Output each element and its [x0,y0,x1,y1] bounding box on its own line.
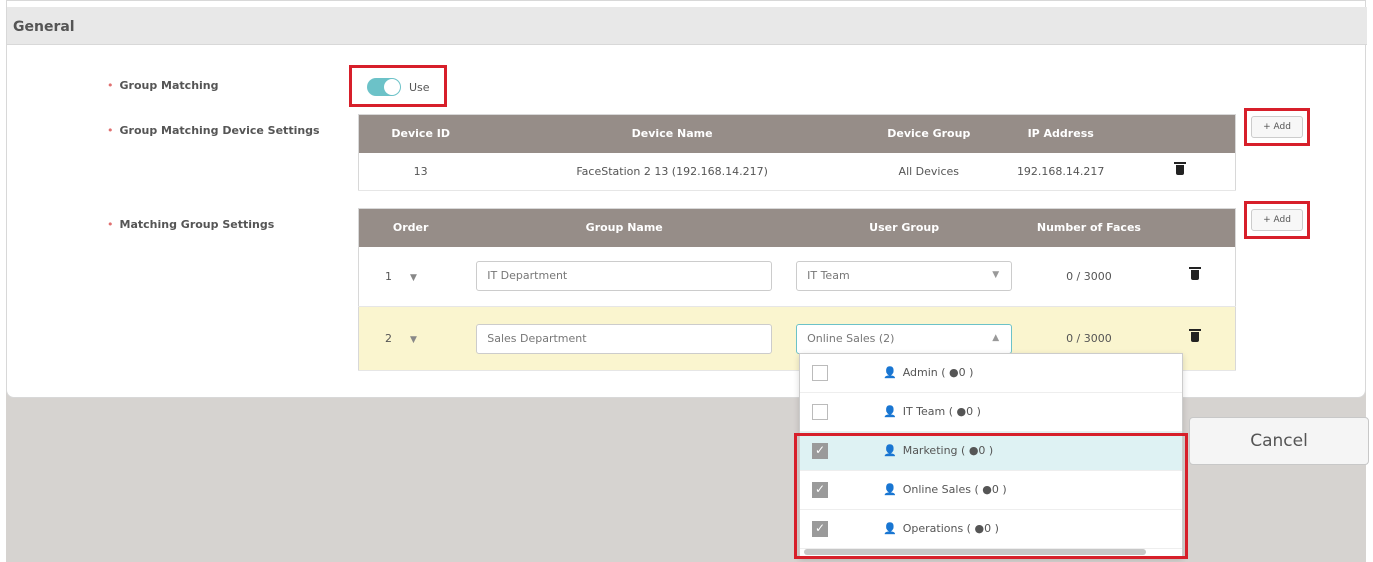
group-settings-label: • Matching Group Settings [107,218,275,231]
list-item[interactable]: 👤 IT Team ( ●0 ) [800,393,1182,432]
bullet-icon: • [107,124,114,137]
col-user-group: User Group [786,208,1023,247]
cancel-button[interactable]: Cancel [1189,417,1369,465]
general-panel: General • Group Matching Use • Group Match… [6,0,1367,398]
list-item[interactable]: 👤 Admin ( ●0 ) [800,354,1182,393]
highlight-add-device [1244,108,1310,146]
order-cell[interactable]: 2 ▼ [358,306,463,371]
table-row: 1 ▼ IT Department IT Team ▼ 0 / 3000 [358,246,1236,307]
trash-icon[interactable] [1174,161,1187,175]
delete-cell [1125,152,1236,191]
settings-page: General • Group Matching Use • Group Match… [6,0,1369,562]
chevron-down-icon[interactable]: ▼ [410,335,417,345]
user-group-cell: IT Team ▼ [786,246,1023,307]
group-name-input[interactable]: IT Department [476,261,773,292]
group-table: Order Group Name User Group Number of Fa… [358,208,1236,371]
trash-icon[interactable] [1189,329,1202,342]
bullet-icon: • [107,218,114,231]
col-group-name: Group Name [462,208,787,247]
group-matching-label: • Group Matching [107,79,219,92]
order-cell[interactable]: 1 ▼ [358,246,463,307]
ip-address-cell: 192.168.14.217 [995,152,1126,191]
col-device-group: Device Group [861,114,996,153]
device-name-cell: FaceStation 2 13 (192.168.14.217) [482,152,862,191]
checkbox[interactable] [812,404,828,420]
highlight-toggle [349,65,447,107]
chevron-down-icon[interactable]: ▼ [410,273,417,283]
device-group-cell: All Devices [861,152,996,191]
chevron-down-icon: ▼ [992,270,1000,281]
col-device-name: Device Name [482,114,862,153]
user-group-select[interactable]: IT Team ▼ [796,261,1013,292]
device-table-header: Device ID Device Name Device Group IP Ad… [358,114,1236,153]
col-actions [1155,208,1236,247]
highlight-add-group [1244,201,1310,239]
col-actions [1125,114,1236,153]
chevron-up-icon: ▲ [992,332,1000,343]
checkbox[interactable] [812,365,828,381]
user-group-select[interactable]: Online Sales (2) ▲ [796,323,1013,354]
group-name-cell: Sales Department [462,306,787,371]
section-title: General [13,19,75,35]
face-icon: ● [949,366,959,379]
col-order: Order [358,208,463,247]
group-name-cell: IT Department [462,246,787,307]
section-header: General [7,7,1367,45]
trash-icon[interactable] [1189,266,1202,280]
highlight-checked-groups [794,433,1188,559]
delete-cell [1155,246,1236,307]
faces-cell: 0 / 3000 [1022,246,1156,307]
device-table: Device ID Device Name Device Group IP Ad… [358,114,1236,191]
col-number-of-faces: Number of Faces [1022,208,1156,247]
user-icon: 👤 [883,405,897,418]
bullet-icon: • [107,79,114,92]
face-icon: ● [956,405,967,418]
device-settings-label: • Group Matching Device Settings [107,124,320,137]
device-id-cell: 13 [358,152,483,191]
table-row: 13 FaceStation 2 13 (192.168.14.217) All… [358,152,1236,191]
col-ip-address: IP Address [995,114,1126,153]
user-icon: 👤 [883,366,897,379]
group-table-header: Order Group Name User Group Number of Fa… [358,208,1236,247]
col-device-id: Device ID [358,114,483,153]
group-name-input[interactable]: Sales Department [476,323,773,354]
